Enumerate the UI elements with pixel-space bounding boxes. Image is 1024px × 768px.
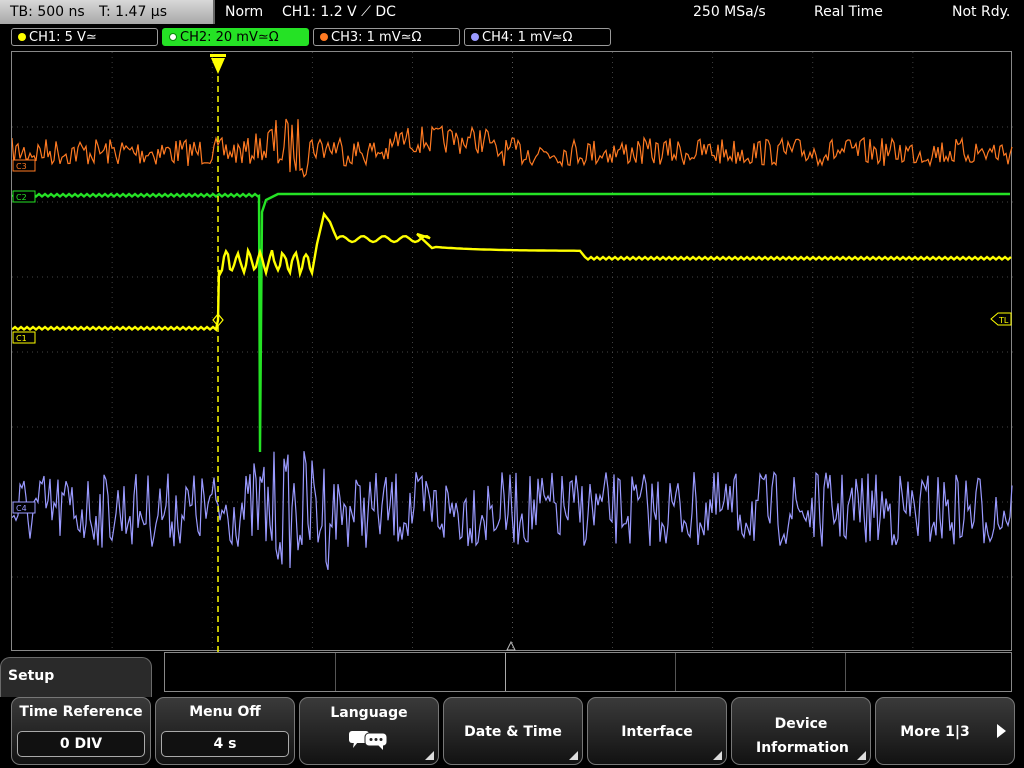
trigger-time-value: T: 1.47 µs: [99, 4, 168, 20]
ch1-offset-marker[interactable]: C1: [12, 331, 36, 344]
menu-off-label: Menu Off: [189, 704, 261, 720]
overview-bar: [164, 652, 1012, 692]
svg-text:C2: C2: [16, 193, 27, 202]
top-status-bar: TB: 500 ns T: 1.47 µs Norm CH1: 1.2 V ⟋ …: [0, 0, 1024, 26]
ch3-offset-marker[interactable]: C3: [12, 159, 36, 172]
submenu-corner-icon: [425, 751, 434, 760]
menu-off-value: 4 s: [161, 731, 289, 757]
ch2-color-dot: [169, 33, 177, 41]
language-button[interactable]: Language: [299, 697, 439, 765]
svg-text:C4: C4: [16, 504, 27, 513]
sample-rate: 250 MSa/s: [693, 4, 766, 20]
svg-text:C1: C1: [16, 334, 27, 343]
submenu-corner-icon: [713, 751, 722, 760]
date-time-label: Date & Time: [464, 724, 562, 740]
menu-off-button[interactable]: Menu Off 4 s: [155, 697, 295, 765]
trigger-status: Not Rdy.: [952, 4, 1011, 20]
trigger-level-marker[interactable]: TL: [990, 312, 1012, 326]
interface-label: Interface: [621, 724, 693, 740]
tab-ch4[interactable]: CH4: 1 mV≃Ω: [464, 28, 611, 46]
ch4-offset-marker[interactable]: C4: [12, 501, 36, 514]
timebase-box[interactable]: TB: 500 ns T: 1.47 µs: [0, 0, 215, 24]
ch4-color-dot: [471, 33, 479, 41]
language-label: Language: [330, 705, 408, 721]
graticule: [12, 52, 1013, 652]
acquisition-mode: Real Time: [814, 4, 883, 20]
interface-button[interactable]: Interface: [587, 697, 727, 765]
ch1-label: CH1: 5 V≃: [29, 30, 97, 45]
overview-divider: [675, 653, 676, 691]
device-information-label: Device Information: [756, 716, 849, 756]
more-button[interactable]: More 1|3: [875, 697, 1015, 765]
ch2-offset-marker[interactable]: C2: [12, 190, 36, 203]
trigger-marker-icon[interactable]: [210, 54, 226, 74]
date-time-button[interactable]: Date & Time: [443, 697, 583, 765]
ch3-label: CH3: 1 mV≃Ω: [331, 30, 422, 45]
ch2-trace: [12, 192, 1010, 453]
svg-text:TL: TL: [998, 316, 1009, 325]
time-reference-value: 0 DIV: [17, 731, 145, 757]
tab-ch3[interactable]: CH3: 1 mV≃Ω: [313, 28, 460, 46]
ch4-label: CH4: 1 mV≃Ω: [482, 30, 573, 45]
menu-title: Setup: [8, 668, 55, 684]
center-marker-icon: [506, 640, 516, 651]
overview-divider: [335, 653, 336, 691]
tab-ch1[interactable]: CH1: 5 V≃: [11, 28, 158, 46]
ch1-color-dot: [18, 33, 26, 41]
right-arrow-icon: [997, 724, 1006, 738]
svg-text:C3: C3: [16, 162, 27, 171]
time-reference-button[interactable]: Time Reference 0 DIV: [11, 697, 151, 765]
ch3-color-dot: [320, 33, 328, 41]
waveform-display[interactable]: C3 C2 C1 C4 TL: [11, 51, 1013, 652]
device-information-button[interactable]: Device Information: [731, 697, 871, 765]
submenu-corner-icon: [857, 751, 866, 760]
ch2-label: CH2: 20 mV≃Ω: [180, 30, 279, 45]
overview-divider: [845, 653, 846, 691]
ch1-trace: [12, 211, 1012, 332]
overview-center: [505, 653, 506, 691]
waveform-canvas: C3 C2 C1 C4 TL: [12, 52, 1013, 652]
speech-bubbles-icon: [349, 731, 388, 750]
time-reference-label: Time Reference: [19, 704, 143, 720]
timebase-value: TB: 500 ns: [10, 4, 85, 20]
trigger-mode[interactable]: Norm: [225, 0, 263, 24]
trigger-info[interactable]: CH1: 1.2 V ⟋ DC: [282, 0, 396, 24]
more-label: More 1|3: [900, 724, 970, 740]
submenu-corner-icon: [569, 751, 578, 760]
tab-ch2[interactable]: CH2: 20 mV≃Ω: [162, 28, 309, 46]
